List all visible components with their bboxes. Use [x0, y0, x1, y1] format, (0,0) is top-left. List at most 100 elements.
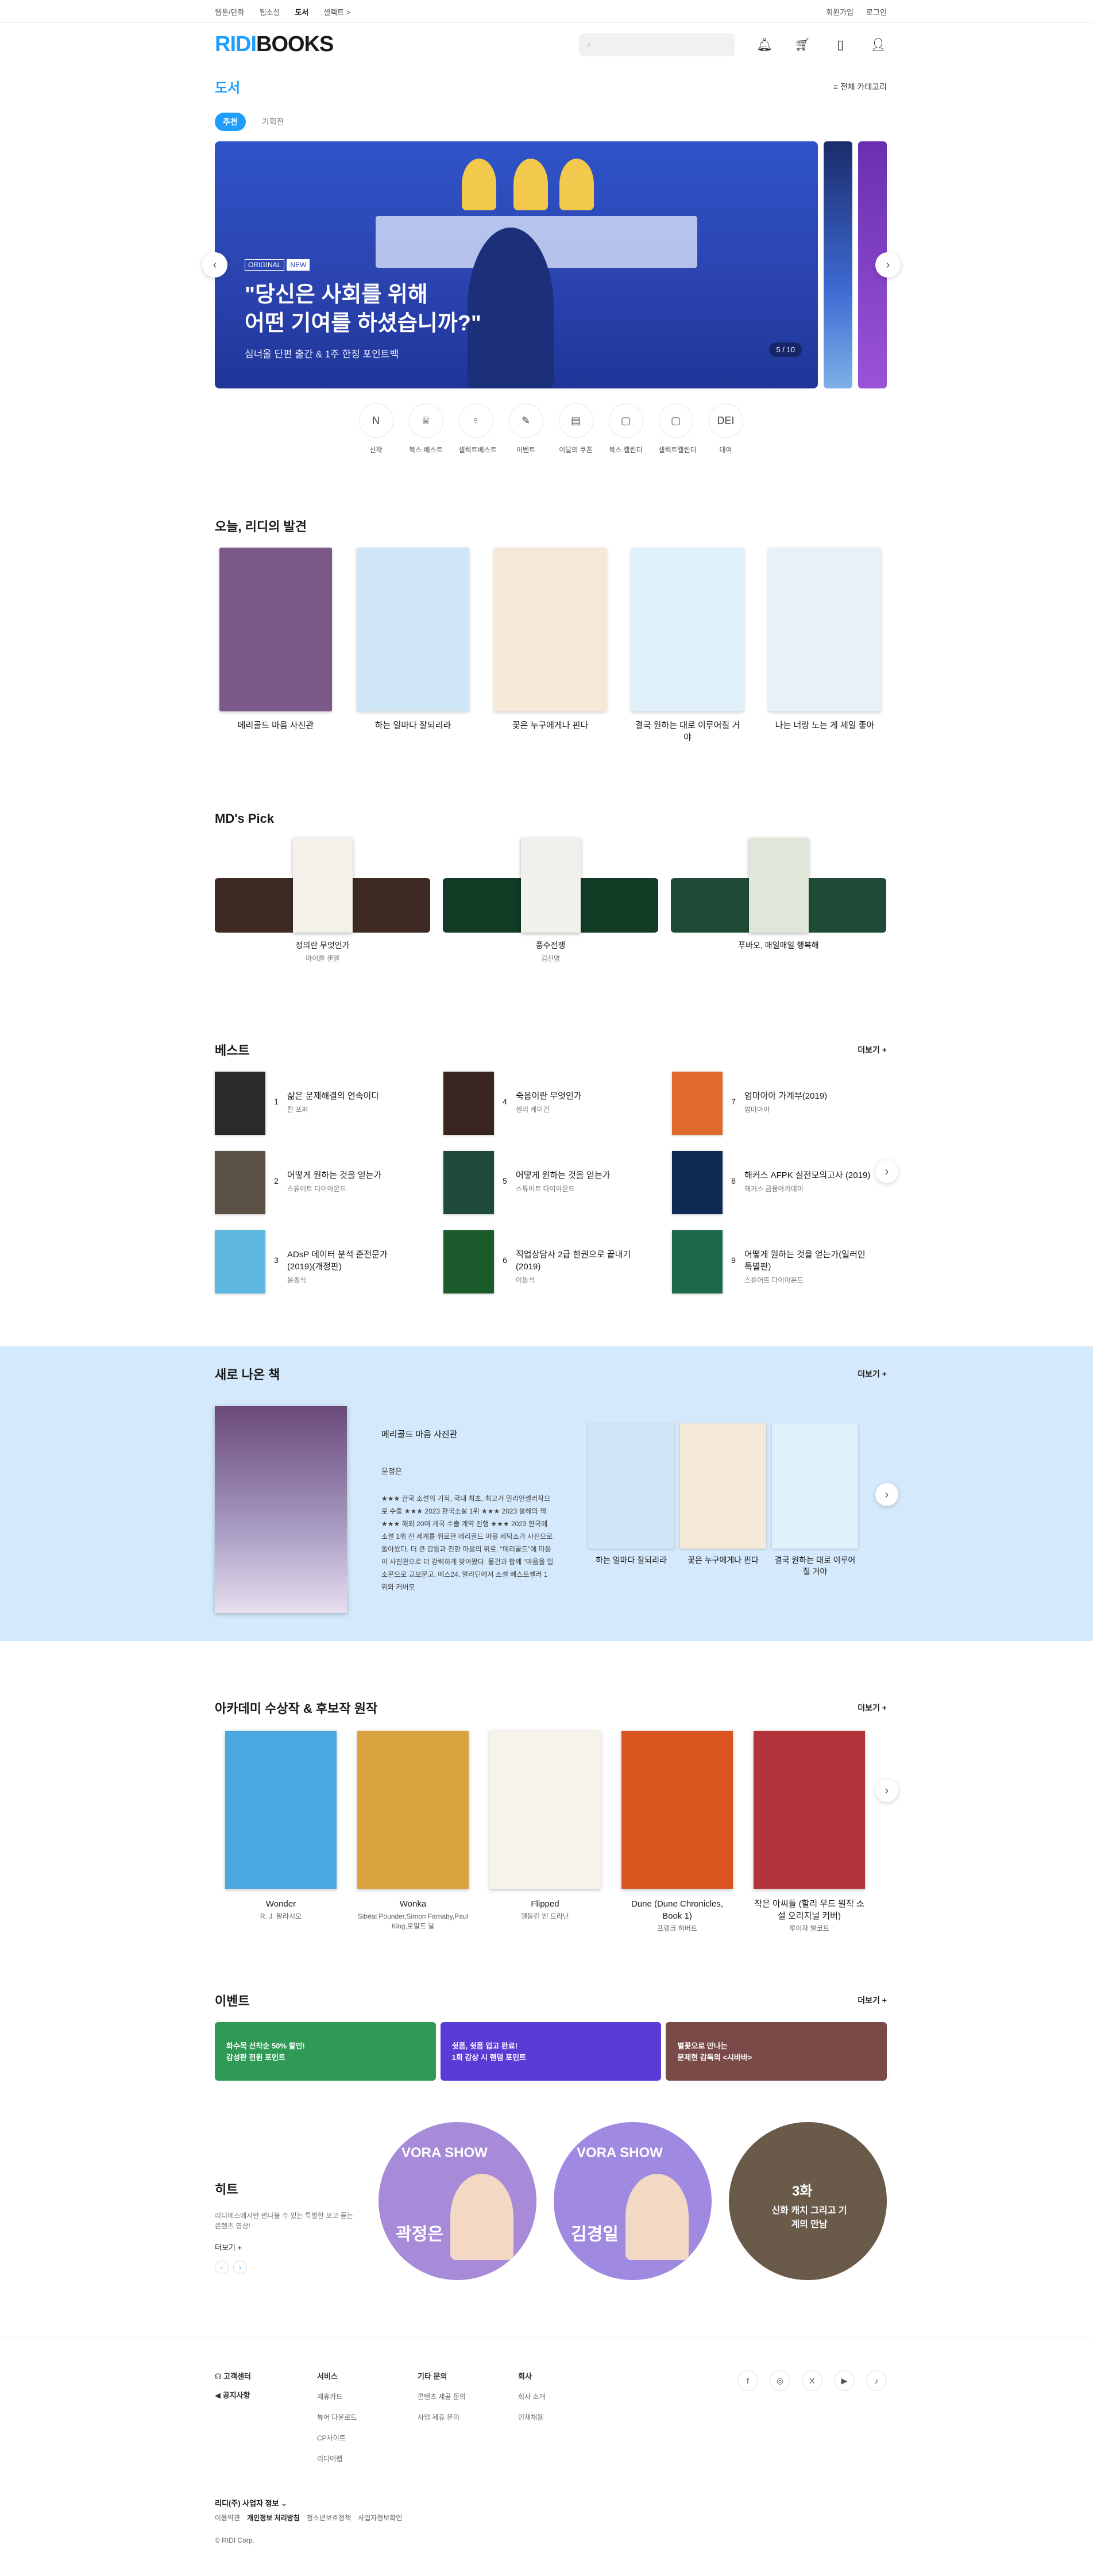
footer-link[interactable]: 회사 소개 — [518, 2392, 619, 2401]
library-icon[interactable]: ▯ — [832, 36, 849, 53]
terms-link[interactable]: 이용약관 — [215, 2513, 240, 2523]
book-card[interactable]: 하는 일마다 잘되리라 — [588, 1423, 674, 1613]
book-card[interactable]: 나는 너랑 노는 게 제일 좋아 — [768, 548, 881, 744]
search-input[interactable]: ⌕ — [579, 33, 735, 56]
service-webtoon[interactable]: 웹툰/만화 — [215, 6, 244, 17]
book-title[interactable]: 메리골드 마음 사진관 — [381, 1428, 554, 1440]
best-next-button[interactable]: › — [875, 1160, 898, 1183]
book-card[interactable]: Wonka Sibéal Pounder,Simon Farnaby,Paul K… — [357, 1731, 469, 1934]
best-item[interactable]: 9 어떻게 원하는 것을 얻는가(일러인 특별판) 스튜어트 다이아몬드 — [672, 1230, 887, 1293]
corp-info-toggle[interactable]: 리디(주) 사업자 정보 ⌄ — [215, 2499, 287, 2508]
hero-pager: 5 / 10 — [769, 342, 802, 357]
hero-subtitle: 심너울 단편 출간 & 1주 한정 포인트백 — [245, 349, 399, 360]
book-card[interactable]: 메리골드 마음 사진관 — [219, 548, 332, 744]
book-card[interactable]: 작은 아씨들 (할리 우드 원작 소설 오리지널 커버) 루이자 알코트 — [754, 1731, 865, 1934]
event-banner[interactable]: 쉿폼, 쉿폼 입고 완료! 1회 감상 시 랜덤 포인트 — [440, 2022, 662, 2081]
hit-more-link[interactable]: 더보기 + — [215, 2242, 361, 2252]
best-item[interactable]: 6 직업상담사 2급 한권으로 끝내기(2019) 이동석 — [443, 1230, 672, 1293]
ridibooks-logo[interactable]: RIDIBOOKS — [215, 32, 334, 57]
book-card[interactable]: Wonder R. J. 팔라시오 — [225, 1731, 337, 1934]
quick-select-best[interactable]: ♀ 셀렉트베스트 — [458, 403, 497, 455]
book-card[interactable]: 꽃은 누구에게나 핀다 — [680, 1423, 766, 1613]
x-icon[interactable]: X — [802, 2370, 822, 2391]
quick-books-calendar[interactable]: ▢ 북스 캘린더 — [608, 403, 643, 455]
book-cover — [672, 1230, 723, 1293]
quick-event[interactable]: ✎ 이벤트 — [508, 403, 543, 455]
event-banner[interactable]: 별꽃으로 만나는 문제현 감독의 <시바바> — [666, 2022, 887, 2081]
best-item[interactable]: 5 어떻게 원하는 것을 얻는가 스튜어트 다이아몬드 — [443, 1151, 672, 1214]
events-more-link[interactable]: 더보기 + — [858, 1994, 887, 2006]
quick-coupon[interactable]: ▤ 이달의 쿠폰 — [558, 403, 593, 455]
academy-section: 아카데미 수상작 & 후보작 원작 더보기 + Wonder R. J. 팔라시오 … — [215, 1699, 898, 1934]
login-link[interactable]: 로그인 — [866, 6, 887, 17]
book-card[interactable]: Flipped 웬들린 밴 드라난 — [489, 1731, 601, 1934]
best-item[interactable]: 1 삶은 문제해결의 연속이다 칼 포퍼 — [215, 1072, 443, 1135]
service-books[interactable]: 도서 — [295, 6, 308, 17]
best-item[interactable]: 2 어떻게 원하는 것을 얻는가 스튜어트 다이아몬드 — [215, 1151, 443, 1214]
event-banner[interactable]: 화수목 선착순 50% 할인! 감성판 전원 포인트 — [215, 2022, 436, 2081]
footer-link[interactable]: CP사이트 — [317, 2433, 418, 2443]
signup-link[interactable]: 회원가입 — [826, 6, 853, 17]
youtube-icon[interactable]: ▶ — [834, 2370, 855, 2391]
instagram-icon[interactable]: ◎ — [770, 2370, 790, 2391]
book-cover[interactable] — [215, 1406, 347, 1613]
privacy-link[interactable]: 개인정보 처리방침 — [247, 2513, 300, 2523]
book-title: 엄마아아 가계부(2019) — [744, 1091, 828, 1101]
quick-new[interactable]: N 신작 — [358, 403, 393, 455]
footer-link[interactable]: 인재채용 — [518, 2412, 619, 2422]
book-author: 스튜어트 다이아몬드 — [287, 1185, 346, 1193]
book-card[interactable]: 하는 일마다 잘되리라 — [357, 548, 469, 744]
hero-banner[interactable]: ORIGINAL NEW "당신은 사회를 위해 어떤 기여를 하셨습니까?" … — [215, 141, 818, 388]
rank-number: 2 — [274, 1176, 279, 1185]
tab-exhibition[interactable]: 기획전 — [254, 113, 292, 131]
footer-link[interactable]: 사업 제휴 문의 — [418, 2412, 518, 2422]
quick-books-best[interactable]: ♕ 북스 베스트 — [408, 403, 443, 455]
bell-icon[interactable]: 🔔︎ — [756, 36, 773, 53]
service-webnovel[interactable]: 웹소설 — [259, 6, 280, 17]
youth-policy-link[interactable]: 청소년보호정책 — [307, 2513, 351, 2523]
hit-card[interactable]: 3화 신화 캐치 그리고 기계의 만남 — [729, 2122, 887, 2280]
quick-select-calendar[interactable]: ▢ 셀렉트캘린더 — [658, 403, 697, 455]
md-pick-card[interactable]: 정의란 무엇인가 마이클 샌델 — [215, 838, 430, 963]
service-select[interactable]: 셀렉트 > — [323, 6, 350, 17]
newbooks-more-link[interactable]: 더보기 + — [858, 1368, 887, 1380]
book-card[interactable]: Dune (Dune Chronicles, Book 1) 프랭크 허버트 — [621, 1731, 733, 1934]
hit-next-button[interactable]: › — [233, 2261, 247, 2274]
hero-prev-button[interactable]: ‹ — [202, 252, 227, 278]
tab-recommend[interactable]: 추천 — [215, 113, 246, 131]
newbooks-next-button[interactable]: › — [875, 1483, 898, 1506]
best-item[interactable]: 7 엄마아아 가계부(2019) 엄마아아 — [672, 1072, 887, 1135]
academy-more-link[interactable]: 더보기 + — [858, 1702, 887, 1714]
best-item[interactable]: 8 해커스 AFPK 실전모의고사 (2019) 해커스 금융아카데미 — [672, 1151, 887, 1214]
book-card[interactable]: 꽃은 누구에게나 핀다 — [494, 548, 607, 744]
cart-icon[interactable]: 🛒︎ — [794, 36, 811, 53]
hit-prev-button[interactable]: ‹ — [215, 2261, 229, 2274]
next-banner-peek[interactable] — [824, 141, 852, 388]
best-item[interactable]: 4 죽음이란 무엇인가 셸리 케이건 — [443, 1072, 672, 1135]
best-item[interactable]: 3 ADsP 데이터 분석 준전문가 (2019)(개정판) 윤종식 — [215, 1230, 443, 1293]
tiktok-icon[interactable]: ♪ — [866, 2370, 887, 2391]
book-card[interactable]: 결국 원하는 대로 이루어질 거야 — [772, 1423, 858, 1613]
md-pick-card[interactable]: 풍수전쟁 김진명 — [443, 838, 658, 963]
event-icon: ✎ — [508, 403, 543, 438]
hit-card[interactable]: VORA SHOW 곽정은 — [379, 2122, 536, 2280]
md-pick-card[interactable]: 푸바오, 매일매일 행복해 — [671, 838, 886, 963]
facebook-icon[interactable]: f — [737, 2370, 758, 2391]
business-info-link[interactable]: 사업자정보확인 — [358, 2513, 402, 2523]
academy-next-button[interactable]: › — [875, 1779, 898, 1802]
hero-next-button[interactable]: › — [875, 252, 901, 278]
footer-link[interactable]: 콘텐츠 제공 문의 — [418, 2392, 518, 2401]
quick-menu: N 신작 ♕ 북스 베스트 ♀ 셀렉트베스트 ✎ 이벤트 ▤ 이달의 쿠폰 ▢ 북스 캘린더… — [215, 403, 887, 455]
calendar-icon: ▢ — [658, 403, 693, 438]
user-icon[interactable]: 👤︎ — [870, 36, 887, 53]
footer-link[interactable]: 뷰어 다운로드 — [317, 2412, 418, 2422]
best-more-link[interactable]: 더보기 + — [858, 1044, 887, 1056]
book-card[interactable]: 결국 원하는 대로 이루어질 거야 — [631, 548, 744, 744]
footer-link[interactable]: 리디어랩 — [317, 2454, 418, 2463]
footer-link[interactable]: 제휴카드 — [317, 2392, 418, 2401]
customer-center-link[interactable]: ☊ 고객센터 — [215, 2370, 317, 2381]
all-categories-button[interactable]: ≡ 전체 카테고리 — [833, 81, 887, 93]
hit-card[interactable]: VORA SHOW 김경일 — [554, 2122, 712, 2280]
quick-rental[interactable]: DEI 대여 — [708, 403, 743, 455]
notice-link[interactable]: ◀ 공지사항 — [215, 2389, 317, 2400]
